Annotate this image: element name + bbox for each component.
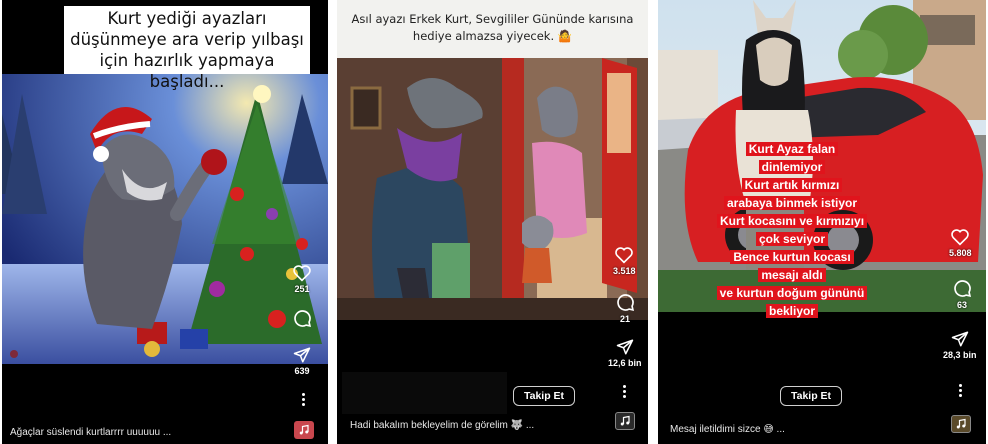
caption-line: için hazırlık yapmaya başladı... [99, 51, 275, 91]
caption-line: Asıl ayazı Erkek Kurt, Sevgililer Gününd… [351, 12, 634, 26]
caption-line: hediye almazsa yiyecek. 🤷 [412, 29, 573, 43]
reel-panel-3[interactable]: Kurt Ayaz falan dinlemiyor Kurt artık kı… [658, 0, 986, 444]
follow-button[interactable]: Takip Et [513, 386, 575, 406]
more-vertical-icon[interactable] [957, 384, 963, 397]
post-description[interactable]: Ağaçlar süslendi kurtlarrrr uuuuuu ... [10, 427, 171, 438]
post-description[interactable]: Hadi bakalım bekleyelim de görelim 🐺 ... [350, 420, 534, 431]
comment-button[interactable]: 63 [952, 278, 972, 310]
heart-icon [293, 265, 311, 282]
send-icon [616, 339, 633, 355]
like-button[interactable]: 5.808 [949, 228, 972, 258]
overlay-line: mesajı aldı [758, 268, 826, 282]
username-area[interactable] [342, 372, 507, 414]
like-count: 251 [294, 284, 310, 294]
like-button[interactable]: 3.518 [613, 246, 636, 276]
more-vertical-icon[interactable] [621, 385, 627, 398]
overlay-line: Kurt artık kırmızı [741, 178, 843, 192]
post-caption: Kurt yediği ayazları düşünmeye ara verip… [64, 6, 310, 91]
send-icon [951, 331, 968, 347]
post-caption: Asıl ayazı Erkek Kurt, Sevgililer Gününd… [337, 0, 648, 58]
music-note-icon[interactable] [951, 415, 971, 433]
share-button[interactable]: 28,3 bin [943, 330, 977, 360]
caption-line: düşünmeye ara verip yılbaşı [70, 30, 304, 49]
share-count: 12,6 bin [608, 358, 642, 368]
overlay-line: Kurt kocasını ve kırmızıyı [716, 214, 868, 228]
share-button[interactable]: 12,6 bin [608, 338, 642, 368]
follow-button[interactable]: Takip Et [780, 386, 842, 406]
wolf-christmas-image [2, 74, 328, 364]
overlay-line: ve kurtun doğum gününü [716, 286, 868, 300]
like-button[interactable]: 251 [292, 264, 312, 294]
comment-icon [954, 280, 972, 298]
overlay-line: Kurt Ayaz falan [745, 142, 839, 156]
text-overlay: Kurt Ayaz falan dinlemiyor Kurt artık kı… [696, 140, 888, 320]
music-note-icon[interactable] [294, 421, 314, 439]
post-description[interactable]: Mesaj iletildimi sizce 😅 ... [670, 424, 785, 435]
comment-icon [617, 294, 635, 312]
reel-panel-1[interactable]: Kurt yediği ayazları düşünmeye ara verip… [2, 0, 328, 444]
comment-button[interactable] [292, 308, 312, 328]
overlay-line: arabaya binmek istiyor [723, 196, 861, 210]
reel-panel-2[interactable]: Asıl ayazı Erkek Kurt, Sevgililer Gününd… [337, 0, 648, 444]
music-note-icon[interactable] [615, 412, 635, 430]
share-button[interactable]: 639 [293, 346, 311, 376]
overlay-line: bekliyor [765, 304, 819, 318]
comment-count: 63 [956, 300, 967, 310]
overlay-line: çok seviyor [755, 232, 829, 246]
heart-icon [615, 247, 634, 264]
like-count: 5.808 [949, 248, 972, 258]
share-count: 639 [294, 366, 310, 376]
wolf-couple-door-image [337, 58, 648, 320]
comment-icon [294, 310, 312, 328]
send-icon [293, 347, 311, 363]
caption-line: Kurt yediği ayazları [107, 9, 267, 28]
overlay-line: dinlemiyor [758, 160, 826, 174]
like-count: 3.518 [613, 266, 636, 276]
overlay-line: Bence kurtun kocası [730, 250, 854, 264]
comment-count: 21 [619, 314, 630, 324]
share-count: 28,3 bin [943, 350, 977, 360]
comment-button[interactable]: 21 [615, 292, 635, 324]
more-vertical-icon[interactable] [300, 393, 306, 406]
heart-icon [951, 229, 970, 246]
